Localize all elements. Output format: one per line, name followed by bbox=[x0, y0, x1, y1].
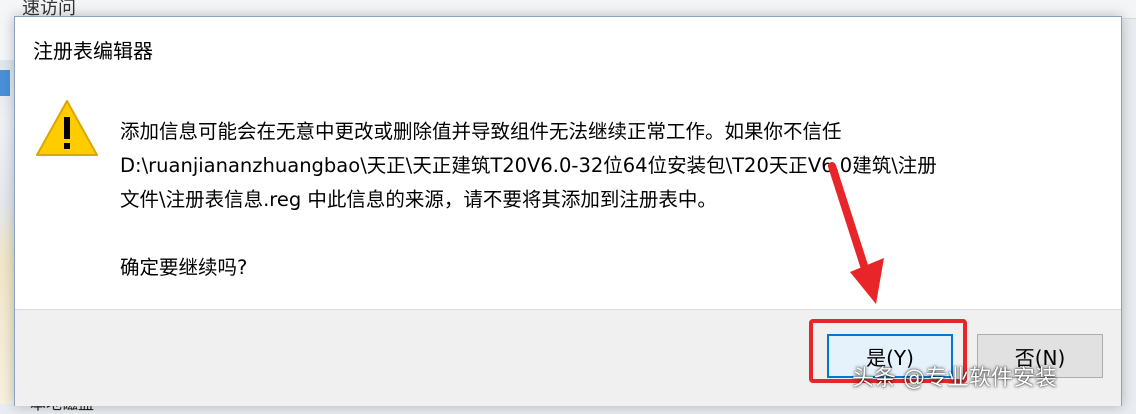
dialog-question: 确定要继续吗? bbox=[120, 256, 248, 279]
dialog-title: 注册表编辑器 bbox=[33, 39, 153, 63]
watermark-text: 头条 @专业软件安装 bbox=[852, 366, 1057, 391]
sidebar-marker bbox=[0, 70, 10, 96]
red-arrow-annotation bbox=[828, 162, 884, 304]
message-line: 文件\注册表信息.reg 中此信息的来源，请不要将其添加到注册表中。 bbox=[120, 188, 717, 211]
dialog-message: 添加信息可能会在无意中更改或删除值并导致组件无法继续正常工作。如果你不信任 D:… bbox=[120, 115, 1100, 217]
message-line: 添加信息可能会在无意中更改或删除值并导致组件无法继续正常工作。如果你不信任 bbox=[120, 120, 842, 143]
warning-icon bbox=[36, 100, 98, 156]
message-line: D:\ruanjiananzhuangbao\天正\天正建筑T20V6.0-32… bbox=[120, 154, 937, 177]
